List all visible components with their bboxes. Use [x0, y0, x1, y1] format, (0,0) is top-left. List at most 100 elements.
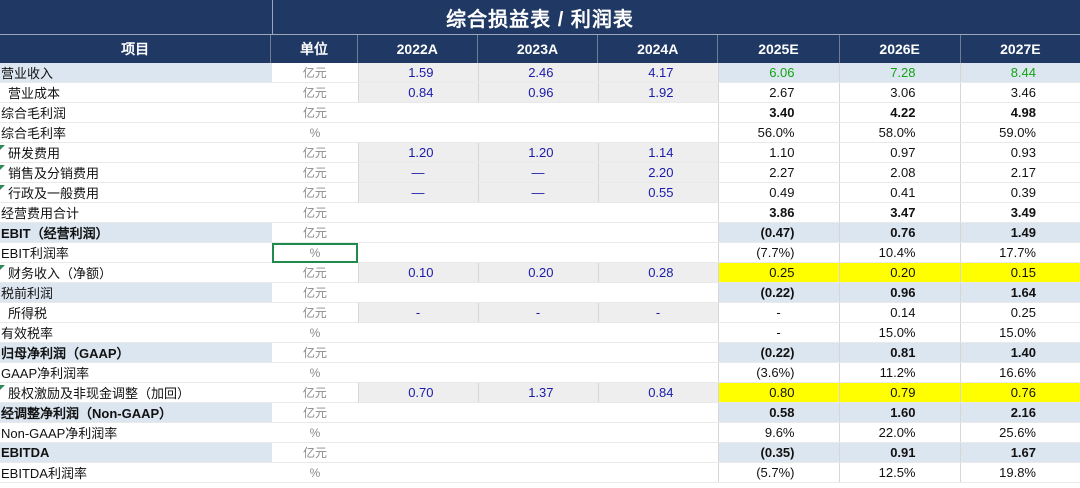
item-cell[interactable]: 研发费用 — [0, 142, 272, 163]
value-cell[interactable]: 0.55 — [597, 182, 718, 203]
value-cell[interactable]: — — [357, 162, 478, 183]
value-cell[interactable] — [478, 122, 598, 143]
value-cell[interactable] — [358, 122, 478, 143]
value-cell[interactable]: 0.58 — [717, 402, 839, 423]
value-cell[interactable]: 0.91 — [838, 442, 960, 463]
value-cell[interactable]: 4.17 — [597, 63, 718, 83]
value-cell[interactable]: 0.79 — [838, 382, 960, 403]
value-cell[interactable]: 2.17 — [959, 162, 1080, 183]
value-cell[interactable] — [358, 102, 478, 123]
value-cell[interactable] — [358, 222, 478, 243]
unit-cell[interactable]: 亿元 — [272, 63, 358, 83]
value-cell[interactable]: 2.08 — [838, 162, 960, 183]
unit-cell[interactable]: % — [272, 122, 358, 143]
value-cell[interactable]: 1.20 — [357, 142, 478, 163]
item-cell[interactable]: 归母净利润（GAAP） — [0, 342, 272, 363]
item-cell[interactable]: 股权激励及非现金调整（加回） — [0, 382, 272, 403]
value-cell[interactable]: (5.7%) — [717, 462, 839, 483]
value-cell[interactable]: 0.84 — [357, 82, 478, 103]
item-cell[interactable]: 所得税 — [0, 302, 272, 323]
value-cell[interactable]: (0.22) — [717, 342, 839, 363]
item-cell[interactable]: 经营费用合计 — [0, 202, 272, 223]
value-cell[interactable]: 0.93 — [959, 142, 1080, 163]
value-cell[interactable] — [598, 282, 718, 303]
value-cell[interactable]: — — [357, 182, 478, 203]
value-cell[interactable]: 3.06 — [838, 82, 960, 103]
value-cell[interactable]: 1.37 — [477, 382, 598, 403]
value-cell[interactable]: 16.6% — [959, 362, 1080, 383]
unit-cell[interactable]: % — [272, 422, 358, 443]
value-cell[interactable] — [358, 422, 478, 443]
unit-cell[interactable]: 亿元 — [272, 142, 358, 163]
value-cell[interactable]: 0.28 — [597, 262, 718, 283]
value-cell[interactable]: — — [477, 182, 598, 203]
item-cell[interactable]: 经调整净利润（Non-GAAP） — [0, 402, 272, 423]
value-cell[interactable] — [478, 282, 598, 303]
value-cell[interactable] — [358, 442, 478, 463]
header-item[interactable]: 项目 — [0, 35, 272, 63]
unit-cell[interactable]: 亿元 — [272, 302, 358, 323]
value-cell[interactable]: 0.39 — [959, 182, 1080, 203]
value-cell[interactable]: 59.0% — [959, 122, 1080, 143]
value-cell[interactable] — [598, 102, 718, 123]
value-cell[interactable]: 1.64 — [959, 282, 1080, 303]
item-cell[interactable]: EBIT（经营利润） — [0, 222, 272, 243]
value-cell[interactable] — [598, 442, 718, 463]
item-cell[interactable]: 综合毛利率 — [0, 122, 272, 143]
value-cell[interactable]: 0.10 — [357, 262, 478, 283]
value-cell[interactable]: (3.6%) — [717, 362, 839, 383]
value-cell[interactable]: 1.14 — [597, 142, 718, 163]
value-cell[interactable]: 15.0% — [959, 322, 1080, 343]
value-cell[interactable]: 0.96 — [838, 282, 960, 303]
value-cell[interactable]: (7.7%) — [717, 242, 839, 263]
value-cell[interactable]: 17.7% — [959, 242, 1080, 263]
value-cell[interactable]: 9.6% — [717, 422, 839, 443]
value-cell[interactable] — [598, 362, 718, 383]
unit-cell[interactable]: 亿元 — [272, 222, 358, 243]
value-cell[interactable]: 0.49 — [717, 182, 839, 203]
item-cell[interactable]: EBITDA利润率 — [0, 462, 272, 483]
value-cell[interactable]: 2.46 — [477, 63, 598, 83]
value-cell[interactable] — [598, 122, 718, 143]
value-cell[interactable]: 6.06 — [717, 63, 839, 83]
item-cell[interactable]: 行政及一般费用 — [0, 182, 272, 203]
value-cell[interactable]: (0.35) — [717, 442, 839, 463]
item-cell[interactable]: 销售及分销费用 — [0, 162, 272, 183]
item-cell[interactable]: 有效税率 — [0, 322, 272, 343]
value-cell[interactable]: 2.16 — [959, 402, 1080, 423]
value-cell[interactable] — [478, 462, 598, 483]
header-2023a[interactable]: 2023A — [478, 35, 599, 63]
unit-cell[interactable]: 亿元 — [272, 342, 358, 363]
value-cell[interactable] — [598, 462, 718, 483]
value-cell[interactable] — [478, 422, 598, 443]
value-cell[interactable] — [598, 402, 718, 423]
value-cell[interactable]: 3.40 — [717, 102, 839, 123]
item-cell[interactable]: Non-GAAP净利润率 — [0, 422, 272, 443]
value-cell[interactable] — [358, 282, 478, 303]
value-cell[interactable]: 0.70 — [357, 382, 478, 403]
value-cell[interactable] — [478, 402, 598, 423]
header-unit[interactable]: 单位 — [271, 35, 358, 63]
value-cell[interactable]: 2.27 — [717, 162, 839, 183]
value-cell[interactable]: — — [477, 162, 598, 183]
value-cell[interactable] — [358, 362, 478, 383]
value-cell[interactable] — [598, 342, 718, 363]
value-cell[interactable]: 8.44 — [959, 63, 1080, 83]
unit-cell[interactable]: 亿元 — [272, 382, 358, 403]
value-cell[interactable]: 3.46 — [959, 82, 1080, 103]
value-cell[interactable]: 0.15 — [959, 262, 1080, 283]
value-cell[interactable]: 15.0% — [838, 322, 960, 343]
value-cell[interactable] — [478, 322, 598, 343]
value-cell[interactable] — [478, 102, 598, 123]
unit-cell[interactable]: % — [272, 322, 358, 343]
unit-cell[interactable]: 亿元 — [272, 202, 358, 223]
value-cell[interactable] — [358, 322, 478, 343]
value-cell[interactable]: 12.5% — [838, 462, 960, 483]
unit-cell[interactable]: % — [272, 362, 358, 383]
value-cell[interactable]: 0.14 — [838, 302, 960, 323]
value-cell[interactable] — [598, 202, 718, 223]
value-cell[interactable] — [598, 422, 718, 443]
item-cell[interactable]: GAAP净利润率 — [0, 362, 272, 383]
unit-cell[interactable]: 亿元 — [272, 262, 358, 283]
value-cell[interactable]: 0.20 — [477, 262, 598, 283]
